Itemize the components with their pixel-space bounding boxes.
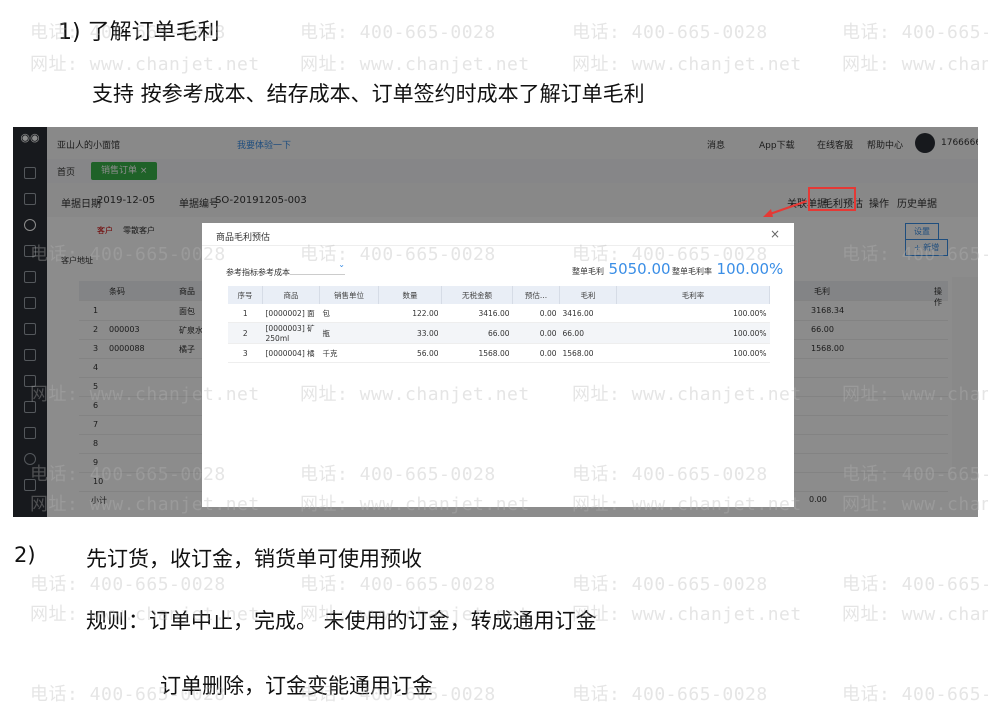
section2-heading: 先订货，收订金，销货单可使用预收 (86, 547, 422, 571)
cell-qty: 56.00 (378, 343, 442, 363)
cell-amount: 3416.00 (441, 304, 513, 323)
watermark-text: 电话: 400-665-0028 (300, 574, 496, 595)
cell-product: [0000003] 矿 250ml (262, 322, 320, 344)
watermark-text: 网址: www.chanjet.net (842, 54, 988, 75)
section1-heading: 1) 了解订单毛利 (58, 20, 220, 45)
ref-label: 参考指标 (226, 268, 258, 277)
cell-rate: 100.00% (616, 304, 770, 323)
watermark-text: 网址: www.chanjet.net (300, 54, 530, 75)
watermark-text: 电话: 400-665-0028 (30, 574, 226, 595)
highlight-box (808, 187, 856, 211)
watermark-text: 网址: www.chanjet.net (572, 54, 802, 75)
profit-table-header: 序号 商品 销售单位 数量 无税金额 预估... 毛利 毛利率 (228, 286, 770, 304)
total-rate-value: 100.00% (716, 260, 784, 278)
chevron-down-icon: ⌄ (338, 260, 345, 269)
watermark-text: 电话: 400-665-0028 (572, 574, 768, 595)
section2-rule2: 订单删除，订金变能通用订金 (160, 674, 433, 698)
total-profit: 整单毛利 5050.00 (572, 260, 671, 278)
cell-rate: 100.00% (616, 343, 770, 363)
cell-no: 3 (228, 343, 263, 363)
modal-header: 商品毛利预估 × (202, 223, 794, 246)
cell-profit: 66.00 (559, 322, 617, 344)
table-row[interactable]: 1 [0000002] 面包 122.00 3416.00 0.00 3416.00 100… (228, 304, 770, 323)
section2-number: 2) (14, 543, 36, 567)
cell-unit: 包 (319, 304, 379, 323)
close-icon[interactable]: × (770, 227, 780, 241)
watermark-text: 网址: www.chanjet.net (842, 604, 988, 625)
cell-unit: 千克 (319, 343, 379, 363)
cell-est: 0.00 (512, 343, 560, 363)
section1-description: 支持 按参考成本、结存成本、订单签约时成本了解订单毛利 (92, 82, 645, 106)
embedded-screenshot: ◉◉ 亚山人的小面馆 我要体验一下 消息 App下载 在线客服 帮助中心 176… (13, 127, 978, 517)
cell-no: 2 (228, 322, 263, 344)
cell-qty: 122.00 (378, 304, 442, 323)
watermark-text: 网址: www.chanjet.net (572, 604, 802, 625)
cell-amount: 66.00 (441, 322, 513, 344)
cell-product: [0000002] 面 (262, 304, 320, 323)
total-rate: 整单毛利率 100.00% (672, 260, 783, 278)
watermark-text: 电话: 400-665-0028 (842, 22, 988, 43)
cell-profit: 3416.00 (559, 304, 617, 323)
th-product[interactable]: 商品 (262, 286, 320, 304)
th-qty[interactable]: 数量 (378, 286, 442, 304)
th-unit[interactable]: 销售单位 (319, 286, 379, 304)
cell-qty: 33.00 (378, 322, 442, 344)
table-row[interactable]: 2 [0000003] 矿 250ml 瓶 33.00 66.00 0.00 66.00 10… (228, 322, 770, 344)
th-amount[interactable]: 无税金额 (441, 286, 513, 304)
cell-est: 0.00 (512, 322, 560, 344)
cell-product: [0000004] 橘 (262, 343, 320, 363)
watermark-text: 电话: 400-665-0028 (842, 684, 988, 705)
total-rate-label: 整单毛利率 (672, 267, 712, 276)
arrow-icon (763, 200, 808, 217)
cell-no: 1 (228, 304, 263, 323)
ref-select-underline[interactable]: ⌄ (290, 260, 345, 275)
cell-profit: 1568.00 (559, 343, 617, 363)
total-profit-label: 整单毛利 (572, 267, 604, 276)
th-est[interactable]: 预估... (512, 286, 560, 304)
watermark-text: 电话: 400-665-0028 (300, 22, 496, 43)
th-rate[interactable]: 毛利率 (616, 286, 770, 304)
watermark-text: 电话: 400-665-0028 (572, 684, 768, 705)
watermark-text: 电话: 400-665-0028 (842, 574, 988, 595)
th-no[interactable]: 序号 (228, 286, 263, 304)
ref-select[interactable]: 参考成本 (258, 267, 290, 278)
profit-table: 序号 商品 销售单位 数量 无税金额 预估... 毛利 毛利率 1 [000000… (228, 286, 770, 363)
profit-estimate-modal: 商品毛利预估 × 参考指标 参考成本 ⌄ 整单毛利 5050.00 整单毛利率 … (202, 223, 794, 507)
total-profit-value: 5050.00 (608, 260, 671, 278)
cell-est: 0.00 (512, 304, 560, 323)
modal-title: 商品毛利预估 (216, 233, 271, 243)
section2-rule: 规则：订单中止，完成。 未使用的订金，转成通用订金 (86, 609, 597, 633)
cell-rate: 100.00% (616, 322, 770, 344)
watermark-text: 电话: 400-665-0028 (572, 22, 768, 43)
table-row[interactable]: 3 [0000004] 橘千克 56.00 1568.00 0.00 1568.00 100… (228, 343, 770, 363)
cell-unit: 瓶 (319, 322, 379, 344)
watermark-text: 网址: www.chanjet.net (30, 54, 260, 75)
th-profit[interactable]: 毛利 (559, 286, 617, 304)
cell-amount: 1568.00 (441, 343, 513, 363)
